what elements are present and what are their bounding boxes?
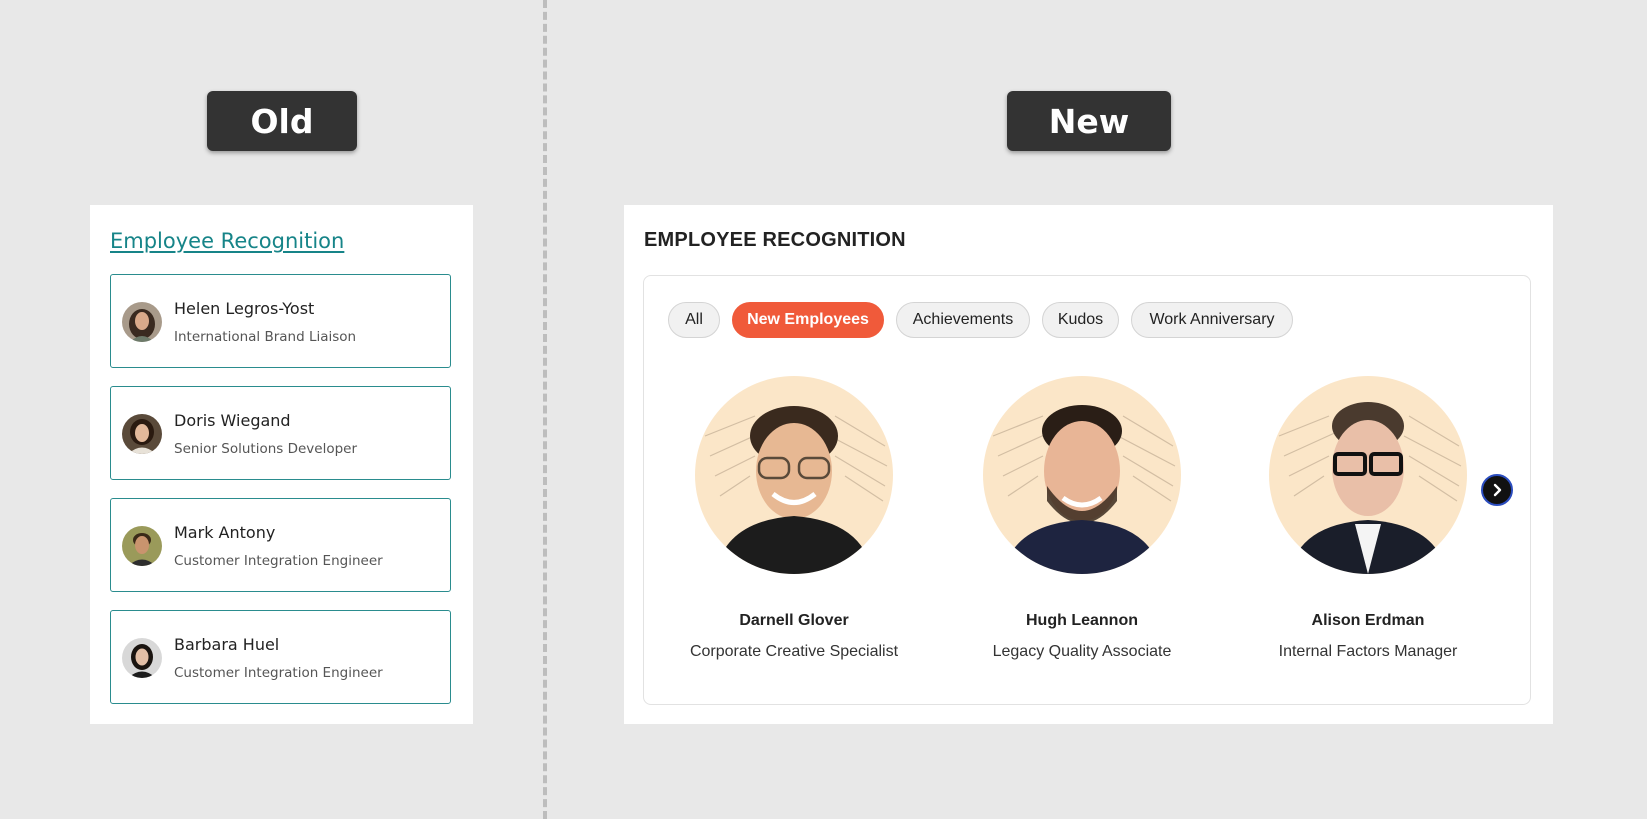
- employee-photo[interactable]: [983, 376, 1181, 574]
- old-recognition-widget: Employee Recognition Helen Legros-Yost I…: [90, 205, 473, 724]
- carousel-next-button[interactable]: [1481, 474, 1513, 506]
- avatar: [122, 526, 162, 566]
- employee-name: Doris Wiegand: [174, 411, 291, 430]
- filter-achievements[interactable]: Achievements: [896, 302, 1030, 338]
- filter-kudos[interactable]: Kudos: [1042, 302, 1119, 338]
- filter-work-anniversary[interactable]: Work Anniversary: [1131, 302, 1293, 338]
- profile-role: Internal Factors Manager: [1278, 643, 1458, 660]
- comparison-divider: [543, 0, 547, 819]
- profile-role: Corporate Creative Specialist: [689, 643, 899, 660]
- recognition-carousel: All New Employees Achievements Kudos Wor…: [643, 275, 1531, 705]
- filter-all[interactable]: All: [668, 302, 720, 338]
- profile-name: Alison Erdman: [1311, 612, 1425, 629]
- employee-name: Mark Antony: [174, 523, 276, 542]
- employee-name: Barbara Huel: [174, 635, 280, 654]
- employee-role: Customer Integration Engineer: [174, 665, 383, 681]
- employee-card[interactable]: Helen Legros-Yost International Brand Li…: [110, 274, 451, 368]
- chevron-right-icon: [1493, 483, 1502, 497]
- profile-role: Legacy Quality Associate: [992, 643, 1172, 660]
- employee-photo[interactable]: [1269, 376, 1467, 574]
- employee-role: Senior Solutions Developer: [174, 441, 358, 457]
- new-widget-title: EMPLOYEE RECOGNITION: [644, 229, 906, 251]
- old-label: Old: [207, 91, 357, 151]
- profile-name: Hugh Leannon: [1026, 612, 1138, 629]
- employee-role: International Brand Liaison: [174, 329, 357, 345]
- old-widget-title[interactable]: Employee Recognition: [110, 229, 344, 253]
- employee-photo[interactable]: [695, 376, 893, 574]
- profile-name: Darnell Glover: [739, 612, 849, 629]
- employee-card[interactable]: Mark Antony Customer Integration Enginee…: [110, 498, 451, 592]
- avatar: [122, 302, 162, 342]
- employee-role: Customer Integration Engineer: [174, 553, 383, 569]
- avatar: [122, 414, 162, 454]
- filter-new-employees[interactable]: New Employees: [732, 302, 884, 338]
- employee-card[interactable]: Barbara Huel Customer Integration Engine…: [110, 610, 451, 704]
- new-label: New: [1007, 91, 1171, 151]
- new-recognition-widget: EMPLOYEE RECOGNITION All New Employees A…: [624, 205, 1553, 724]
- avatar: [122, 638, 162, 678]
- employee-card[interactable]: Doris Wiegand Senior Solutions Developer: [110, 386, 451, 480]
- employee-name: Helen Legros-Yost: [174, 299, 315, 318]
